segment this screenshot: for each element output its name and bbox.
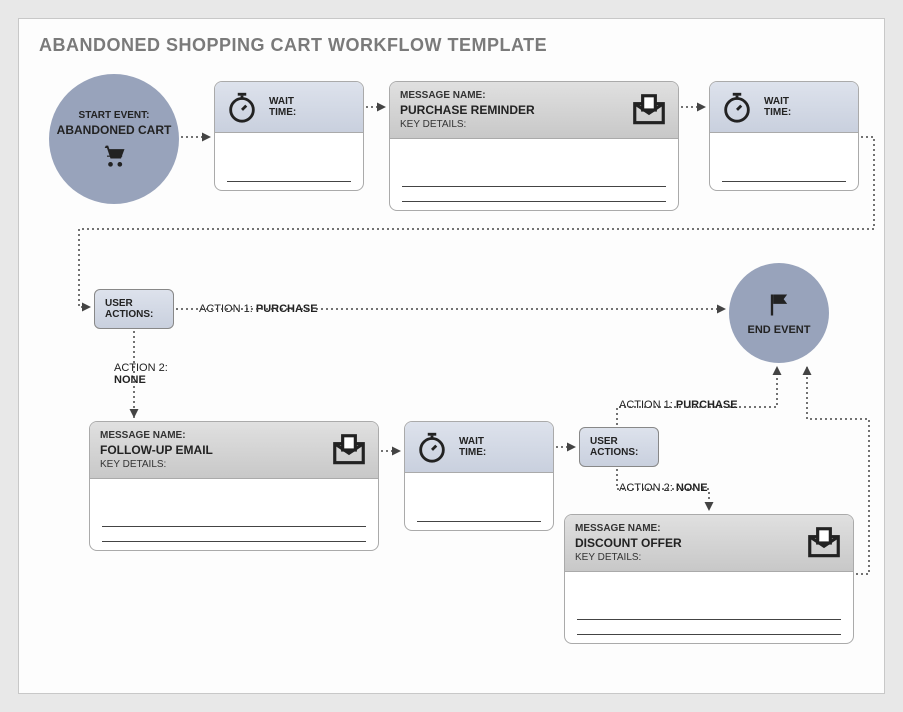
start-event-node: START EVENT: ABANDONED CART [49,74,179,204]
message-node-1: MESSAGE NAME: PURCHASE REMINDER KEY DETA… [389,81,679,211]
mail-icon [630,91,668,129]
wait-header: WAIT TIME: [215,82,363,133]
cart-icon [100,141,128,169]
decision2-action1-label: ACTION 1: PURCHASE [619,399,738,411]
user-actions-node-2: USER ACTIONS: [579,427,659,467]
mail-icon [805,524,843,562]
flag-icon [765,291,793,319]
stopwatch-icon [720,90,754,124]
fill-line [227,181,351,182]
message-node-2: MESSAGE NAME: FOLLOW-UP EMAIL KEY DETAIL… [89,421,379,551]
mail-icon [330,431,368,469]
end-event-node: END EVENT [729,263,829,363]
stopwatch-icon [225,90,259,124]
stopwatch-icon [415,430,449,464]
msg1-body [390,139,678,210]
wait-node-3: WAIT TIME: [404,421,554,531]
wait-body [215,133,363,190]
decision-action1-label: ACTION 1: PURCHASE [199,303,318,315]
start-name: ABANDONED CART [57,123,172,137]
decision2-action2-label: ACTION 2: NONE [619,482,708,494]
wait-node-2: WAIT TIME: [709,81,859,191]
start-label: START EVENT: [79,110,150,121]
wait-node-1: WAIT TIME: [214,81,364,191]
page-title: ABANDONED SHOPPING CART WORKFLOW TEMPLAT… [39,35,864,56]
message-node-3: MESSAGE NAME: DISCOUNT OFFER KEY DETAILS… [564,514,854,644]
workflow-canvas: ABANDONED SHOPPING CART WORKFLOW TEMPLAT… [18,18,885,694]
msg1-header: MESSAGE NAME: PURCHASE REMINDER KEY DETA… [390,82,678,139]
decision-action2-label: ACTION 2:NONE [114,362,168,386]
user-actions-node-1: USER ACTIONS: [94,289,174,329]
